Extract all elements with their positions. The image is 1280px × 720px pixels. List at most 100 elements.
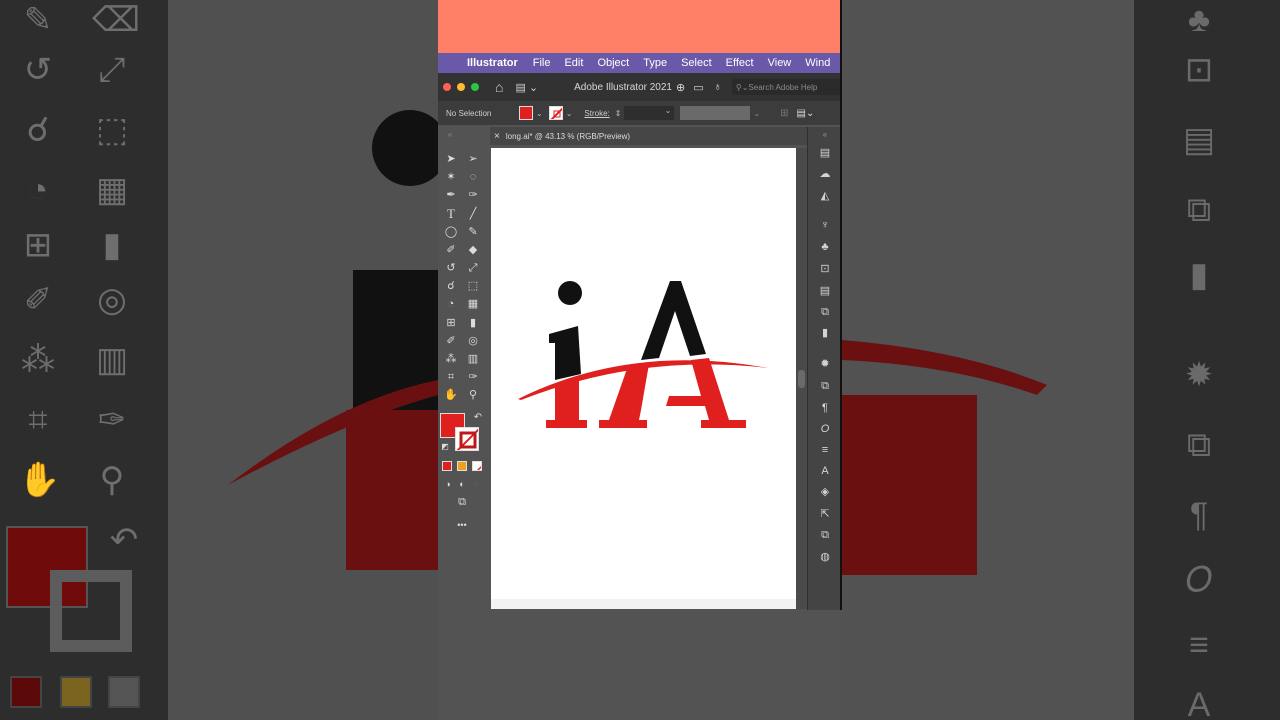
pathfinder-panel-icon[interactable]: ⧉: [816, 304, 834, 320]
screen-mode-icon[interactable]: ⧉: [452, 494, 472, 510]
vertical-scrollbar[interactable]: [796, 148, 807, 609]
graphic-styles-panel-icon[interactable]: ⧉: [816, 378, 834, 394]
column-graph-tool-icon[interactable]: ▥: [463, 351, 483, 367]
swap-fill-stroke-icon[interactable]: ↶: [468, 410, 488, 426]
more-options-icon[interactable]: ▤⌄: [797, 108, 815, 119]
bg-shaper-icon: ✎: [23, 1, 53, 39]
paragraph-panel-icon[interactable]: ¶: [816, 400, 834, 416]
profile-dropdown-icon[interactable]: ⌄: [753, 109, 760, 118]
artboards-panel-icon[interactable]: ⧉: [816, 527, 834, 543]
export-panel-icon[interactable]: ⇱: [816, 506, 834, 522]
collapse-dock-icon[interactable]: «: [816, 127, 834, 143]
arrange-documents-icon[interactable]: ▭: [693, 81, 703, 94]
stroke-label[interactable]: Stroke:: [584, 109, 609, 118]
symbols-panel-icon[interactable]: ♣: [816, 239, 834, 255]
artboard[interactable]: [491, 148, 796, 609]
stroke-color-swatch[interactable]: [548, 106, 563, 120]
eraser-tool-icon[interactable]: ◆: [463, 242, 483, 258]
menu-view[interactable]: View: [768, 57, 792, 69]
lightbulb-icon[interactable]: ♁: [714, 81, 722, 93]
brushes-panel-icon[interactable]: ♆: [816, 217, 834, 233]
menu-app-name[interactable]: Illustrator: [467, 57, 518, 69]
zoom-window-button[interactable]: [471, 83, 479, 91]
type-tool-icon[interactable]: T: [441, 206, 461, 222]
home-icon[interactable]: ⌂: [495, 79, 503, 95]
character-panel-icon[interactable]: A: [816, 463, 834, 479]
menu-file[interactable]: File: [533, 57, 551, 69]
fill-dropdown-icon[interactable]: ⌄: [536, 109, 543, 118]
pen-tool-icon[interactable]: ✒: [441, 187, 461, 203]
align-panel-icon[interactable]: ▤: [816, 283, 834, 299]
menu-object[interactable]: Object: [597, 57, 629, 69]
draw-inside-icon[interactable]: ◌: [466, 476, 486, 492]
scale-tool-icon[interactable]: ⤢: [463, 260, 483, 276]
blend-tool-icon[interactable]: ◎: [463, 333, 483, 349]
line-tool-icon[interactable]: ╱: [463, 206, 483, 222]
gradient-mode-button[interactable]: [457, 461, 467, 471]
layers-panel-icon[interactable]: ◈: [816, 484, 834, 500]
gradient-tool-icon[interactable]: ▮: [463, 315, 483, 331]
bg-logo-right: [842, 340, 1047, 575]
libraries-panel-icon[interactable]: ☁: [816, 166, 834, 182]
align-to-icon[interactable]: ⊞: [780, 108, 788, 119]
menu-select[interactable]: Select: [681, 57, 712, 69]
stroke-panel-icon[interactable]: ≡: [816, 442, 834, 458]
close-window-button[interactable]: [443, 83, 451, 91]
hand-tool-icon[interactable]: ✋: [441, 387, 461, 403]
bg-perspective-icon: ▦: [95, 171, 129, 209]
color-mode-button[interactable]: [442, 461, 452, 471]
artboard-tool-icon[interactable]: ⌗: [441, 369, 461, 385]
selection-tool-icon[interactable]: ➤: [441, 151, 461, 167]
zoom-tool-icon[interactable]: ⚲: [463, 387, 483, 403]
background-canvas-left: [168, 0, 438, 720]
properties-panel-icon[interactable]: ▤: [816, 145, 834, 161]
none-mode-button[interactable]: [472, 461, 482, 471]
workspace-switcher-icon[interactable]: ▤ ⌄: [515, 81, 538, 94]
shaper-tool-icon[interactable]: ✐: [441, 242, 461, 258]
symbol-sprayer-tool-icon[interactable]: ⁂: [441, 351, 461, 367]
slice-tool-icon[interactable]: ✑: [463, 369, 483, 385]
transform-panel-icon[interactable]: ⊡: [816, 261, 834, 277]
appearance-panel-icon[interactable]: ✹: [816, 356, 834, 372]
logo-i-dot: [558, 281, 582, 305]
shape-builder-tool-icon[interactable]: ◔: [441, 296, 461, 312]
menu-window[interactable]: Wind: [805, 57, 830, 69]
stroke-stepper-icon[interactable]: ⇕: [615, 109, 622, 118]
vertical-scroll-thumb[interactable]: [798, 370, 805, 388]
rotate-tool-icon[interactable]: ↺: [441, 260, 461, 276]
stroke-swatch[interactable]: [455, 427, 479, 451]
menu-type[interactable]: Type: [643, 57, 667, 69]
close-tab-icon[interactable]: ×: [494, 131, 500, 142]
eyedropper-tool-icon[interactable]: ✐: [441, 333, 461, 349]
perspective-grid-tool-icon[interactable]: ▦: [463, 296, 483, 312]
default-fill-stroke-icon[interactable]: ◩: [438, 439, 455, 455]
curvature-tool-icon[interactable]: ✑: [463, 187, 483, 203]
direct-selection-tool-icon[interactable]: ➢: [463, 151, 483, 167]
variable-width-profile[interactable]: [680, 106, 751, 120]
free-transform-tool-icon[interactable]: ⬚: [463, 278, 483, 294]
horizontal-scrollbar[interactable]: [491, 599, 796, 609]
magic-wand-tool-icon[interactable]: ✶: [441, 169, 461, 185]
document-tab-title[interactable]: long.ai* @ 43.13 % (RGB/Preview): [506, 132, 630, 141]
warp-tool-icon[interactable]: ☌: [441, 278, 461, 294]
minimize-window-button[interactable]: [457, 83, 465, 91]
menu-edit[interactable]: Edit: [564, 57, 583, 69]
collapse-panel-icon[interactable]: «: [440, 127, 460, 143]
lasso-tool-icon[interactable]: ◌: [463, 169, 483, 185]
mesh-tool-icon[interactable]: ⊞: [441, 315, 461, 331]
help-search-field[interactable]: ⚲⌄ Search Adobe Help: [731, 79, 842, 95]
transparency-panel-icon[interactable]: ◍: [816, 549, 834, 565]
opentype-panel-icon[interactable]: O: [816, 421, 834, 437]
edit-toolbar-button[interactable]: •••: [452, 517, 472, 533]
gradient-panel-icon[interactable]: ▮: [816, 325, 834, 341]
paintbrush-tool-icon[interactable]: ✎: [463, 224, 483, 240]
menu-effect[interactable]: Effect: [726, 57, 754, 69]
ellipse-tool-icon[interactable]: ◯: [441, 224, 461, 240]
stroke-dropdown-icon[interactable]: ⌄: [566, 109, 573, 118]
share-icon[interactable]: ⊕: [676, 81, 685, 94]
background-canvas-right: [842, 0, 1134, 720]
fill-color-swatch[interactable]: [519, 106, 533, 120]
panel-dock: « ▤ ☁ ◭ ♆ ♣ ⊡ ▤ ⧉ ▮ ✹ ⧉ ¶ O ≡ A ◈ ⇱ ⧉ ◍: [807, 127, 842, 610]
stroke-weight-field[interactable]: ⌄: [624, 106, 675, 120]
color-guide-panel-icon[interactable]: ◭: [816, 188, 834, 204]
